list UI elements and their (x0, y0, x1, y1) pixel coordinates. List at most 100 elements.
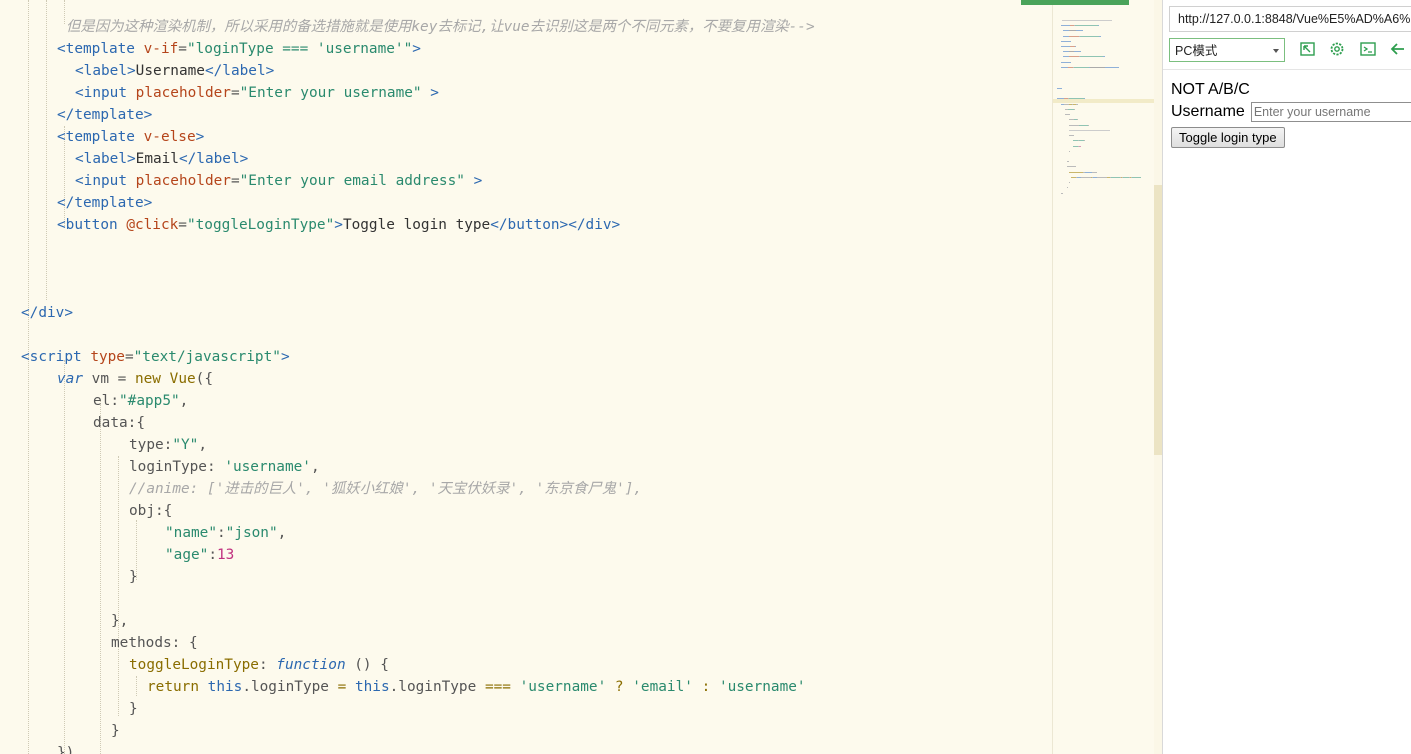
code-line[interactable]: }, (111, 610, 128, 632)
code-line[interactable]: <button @click="toggleLoginType">Toggle … (57, 214, 620, 236)
code-line[interactable]: el:"#app5", (93, 390, 188, 412)
code-token: } (111, 723, 120, 739)
code-token: Email (135, 151, 179, 167)
code-token: , (277, 525, 287, 541)
minimap-line (1075, 25, 1098, 26)
code-line[interactable]: </div> (21, 302, 73, 324)
minimap-line (1069, 30, 1076, 31)
code-token: > (195, 129, 205, 145)
chevron-down-icon (1273, 49, 1279, 53)
toggle-login-type-button[interactable]: Toggle login type (1171, 127, 1285, 148)
code-token: data:{ (93, 415, 145, 431)
preview-mode-select[interactable]: PC模式 (1169, 38, 1285, 62)
code-line[interactable]: } (129, 566, 138, 588)
code-line[interactable]: <input placeholder="Enter your username"… (75, 82, 439, 104)
code-token: 'username' (224, 459, 311, 475)
code-token: methods: { (111, 635, 198, 651)
code-token: placeholder (135, 173, 231, 189)
back-arrow-icon[interactable] (1389, 40, 1407, 58)
code-token: = (178, 41, 187, 57)
open-external-icon[interactable] (1299, 40, 1317, 58)
username-input[interactable]: Enter your username (1250, 102, 1411, 122)
code-token: return (147, 679, 199, 695)
code-line[interactable]: <input placeholder="Enter your email add… (75, 170, 482, 192)
code-line[interactable]: } (129, 698, 138, 720)
browser-preview-panel: http://127.0.0.1:8848/Vue%E5%AD%A6% PC模式… (1162, 0, 1411, 754)
indent-guide (46, 0, 47, 300)
minimap-line (1057, 88, 1062, 89)
code-token: "Y" (172, 437, 199, 453)
code-line[interactable]: var vm = new Vue({ (57, 368, 213, 390)
editor-scrollbar-thumb[interactable] (1154, 185, 1162, 455)
code-token: Username (135, 63, 205, 79)
code-token: .loginType (242, 679, 338, 695)
code-token: > (421, 85, 439, 101)
code-line[interactable]: 但是因为这种渲染机制，所以采用的备选措施就是使用key去标记,让vue去识别这是… (66, 16, 815, 38)
code-line[interactable]: "age":13 (165, 544, 234, 566)
minimap-line (1103, 56, 1105, 57)
minimap-line (1069, 36, 1079, 37)
code-token: } (129, 569, 138, 585)
minimap-line (1069, 135, 1074, 136)
code-line[interactable]: methods: { (111, 632, 198, 654)
code-token: Vue (169, 371, 196, 387)
minimap-line (1075, 46, 1076, 47)
minimap-line (1079, 146, 1081, 147)
console-icon[interactable] (1359, 40, 1377, 58)
preview-page-content: NOT A/B/C Username Enter your username T… (1171, 80, 1411, 148)
code-token: "text/javascript" (133, 349, 281, 365)
code-token: = (337, 679, 347, 695)
code-line[interactable]: return this.loginType = this.loginType =… (147, 676, 806, 698)
minimap[interactable] (1021, 0, 1155, 754)
code-token: </template> (57, 107, 153, 123)
code-line[interactable]: type:"Y", (129, 434, 207, 456)
code-line[interactable]: obj:{ (129, 500, 172, 522)
code-line[interactable]: <template v-if="loginType === 'username'… (57, 38, 421, 60)
code-token: ({ (195, 371, 213, 387)
code-line[interactable]: <script type="text/javascript"> (21, 346, 290, 368)
code-line[interactable]: </template> (57, 192, 152, 214)
minimap-line (1081, 177, 1091, 178)
code-token: = (178, 217, 187, 233)
code-editor[interactable]: 但是因为这种渲染机制，所以采用的备选措施就是使用key去标记,让vue去识别这是… (0, 0, 1052, 754)
url-bar[interactable]: http://127.0.0.1:8848/Vue%E5%AD%A6% (1169, 6, 1411, 32)
code-token: obj:{ (129, 503, 173, 519)
code-line[interactable]: }) (57, 742, 74, 754)
code-line[interactable]: <template v-else> (57, 126, 204, 148)
minimap-line (1067, 161, 1069, 162)
code-line[interactable]: <label>Username</label> (75, 60, 274, 82)
code-line[interactable]: //anime: ['进击的巨人', '狐妖小红娘', '天宝伏妖录', '东京… (129, 478, 642, 500)
preview-mode-label: PC模式 (1175, 44, 1218, 58)
code-line[interactable]: <label>Email</label> (75, 148, 248, 170)
code-line[interactable]: loginType: 'username', (129, 456, 320, 478)
code-token: () { (345, 657, 389, 673)
minimap-line (1061, 62, 1071, 63)
minimap-line (1079, 125, 1088, 126)
minimap-line (1074, 51, 1081, 52)
settings-icon[interactable] (1328, 40, 1346, 58)
code-line[interactable]: toggleLoginType: function () { (129, 654, 389, 676)
code-token: : (216, 525, 226, 541)
code-token: 'email' (632, 679, 693, 695)
code-line[interactable]: } (111, 720, 120, 742)
code-token: <label> (75, 63, 136, 79)
code-line[interactable]: data:{ (93, 412, 145, 434)
indent-guide (64, 0, 65, 24)
minimap-line (1074, 109, 1075, 110)
code-line[interactable]: "name":"json", (165, 522, 286, 544)
code-token: <button (57, 217, 127, 233)
type-text: NOT A/B/C (1171, 81, 1250, 98)
code-line[interactable]: </template> (57, 104, 152, 126)
code-token: </label> (204, 63, 275, 79)
code-token: //anime: ['进击的巨人', '狐妖小红娘', '天宝伏妖录', '东京… (129, 481, 643, 497)
minimap-line (1062, 20, 1112, 21)
code-token: === (484, 679, 511, 695)
minimap-line (1067, 187, 1068, 188)
minimap-line (1084, 98, 1085, 99)
code-token: = (230, 173, 240, 189)
minimap-line (1069, 98, 1084, 99)
code-token: > (412, 41, 421, 57)
